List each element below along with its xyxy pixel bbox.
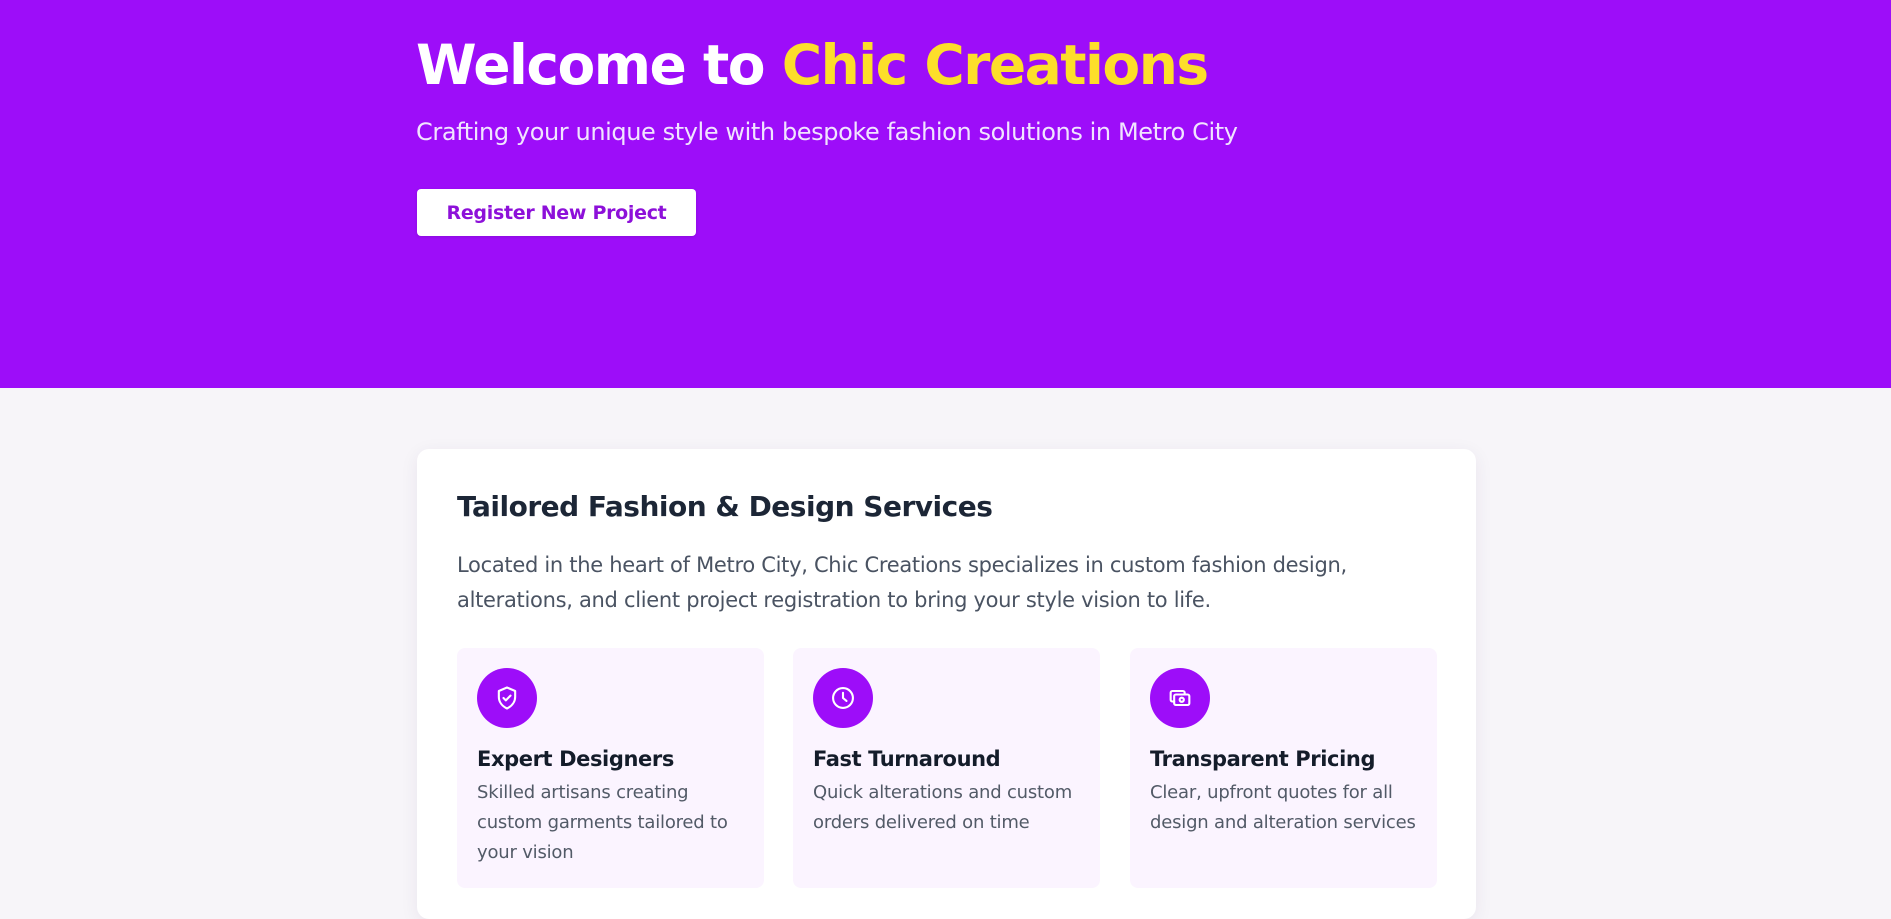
feature-title: Transparent Pricing [1150, 747, 1376, 771]
hero-title: Welcome to Chic Creations [416, 26, 1209, 104]
feature-description: Skilled artisans creating custom garment… [477, 782, 728, 863]
hero-banner: Welcome to Chic Creations Crafting your … [0, 0, 1891, 388]
feature-title: Expert Designers [477, 747, 674, 771]
hero-title-brand: Chic Creations [781, 33, 1209, 97]
services-title: Tailored Fashion & Design Services [457, 490, 993, 523]
feature-description: Quick alterations and custom orders deli… [813, 782, 1073, 833]
hero-subtitle: Crafting your unique style with bespoke … [416, 118, 1238, 146]
feature-card-expert-designers: Expert Designers Skilled artisans creati… [457, 648, 764, 888]
services-card: Tailored Fashion & Design Services Locat… [417, 449, 1476, 919]
shield-check-icon [477, 668, 537, 728]
clock-icon [813, 668, 873, 728]
feature-card-fast-turnaround: Fast Turnaround Quick alterations and cu… [793, 648, 1100, 888]
feature-title: Fast Turnaround [813, 747, 1001, 771]
register-new-project-button[interactable]: Register New Project [417, 189, 696, 236]
services-description: Located in the heart of Metro City, Chic… [457, 553, 1347, 612]
hero-title-prefix: Welcome to [416, 33, 782, 97]
feature-description: Clear, upfront quotes for all design and… [1150, 782, 1416, 833]
cash-icon [1150, 668, 1210, 728]
feature-card-transparent-pricing: Transparent Pricing Clear, upfront quote… [1130, 648, 1437, 888]
